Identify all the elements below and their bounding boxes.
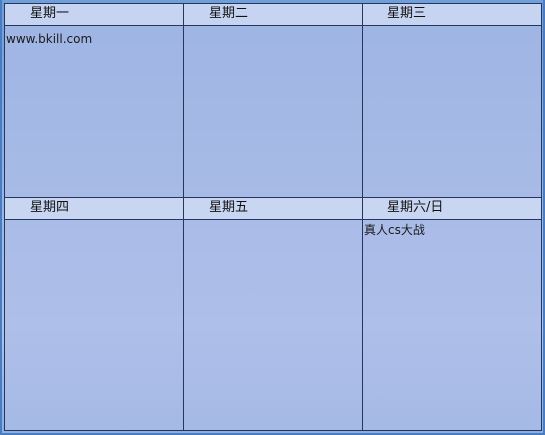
day-header-weekend: 星期六/日 <box>363 198 541 220</box>
day-cell-friday[interactable] <box>184 220 363 430</box>
schedule-entry-monday[interactable]: www.bkill.com <box>6 32 92 46</box>
day-header-thursday: 星期四 <box>5 198 184 220</box>
day-header-monday: 星期一 <box>5 4 184 26</box>
day-cell-thursday[interactable] <box>5 220 184 430</box>
day-cell-weekend[interactable]: 真人cs大战 <box>363 220 541 430</box>
day-header-wednesday: 星期三 <box>363 4 541 26</box>
schedule-entry-weekend[interactable]: 真人cs大战 <box>364 221 425 238</box>
day-header-friday: 星期五 <box>184 198 363 220</box>
weekly-schedule-table: 星期一 星期二 星期三 www.bkill.com 星期四 星期五 星期六/日 … <box>4 3 542 431</box>
day-cell-monday[interactable]: www.bkill.com <box>5 26 184 198</box>
day-header-tuesday: 星期二 <box>184 4 363 26</box>
day-cell-tuesday[interactable] <box>184 26 363 198</box>
day-cell-wednesday[interactable] <box>363 26 541 198</box>
